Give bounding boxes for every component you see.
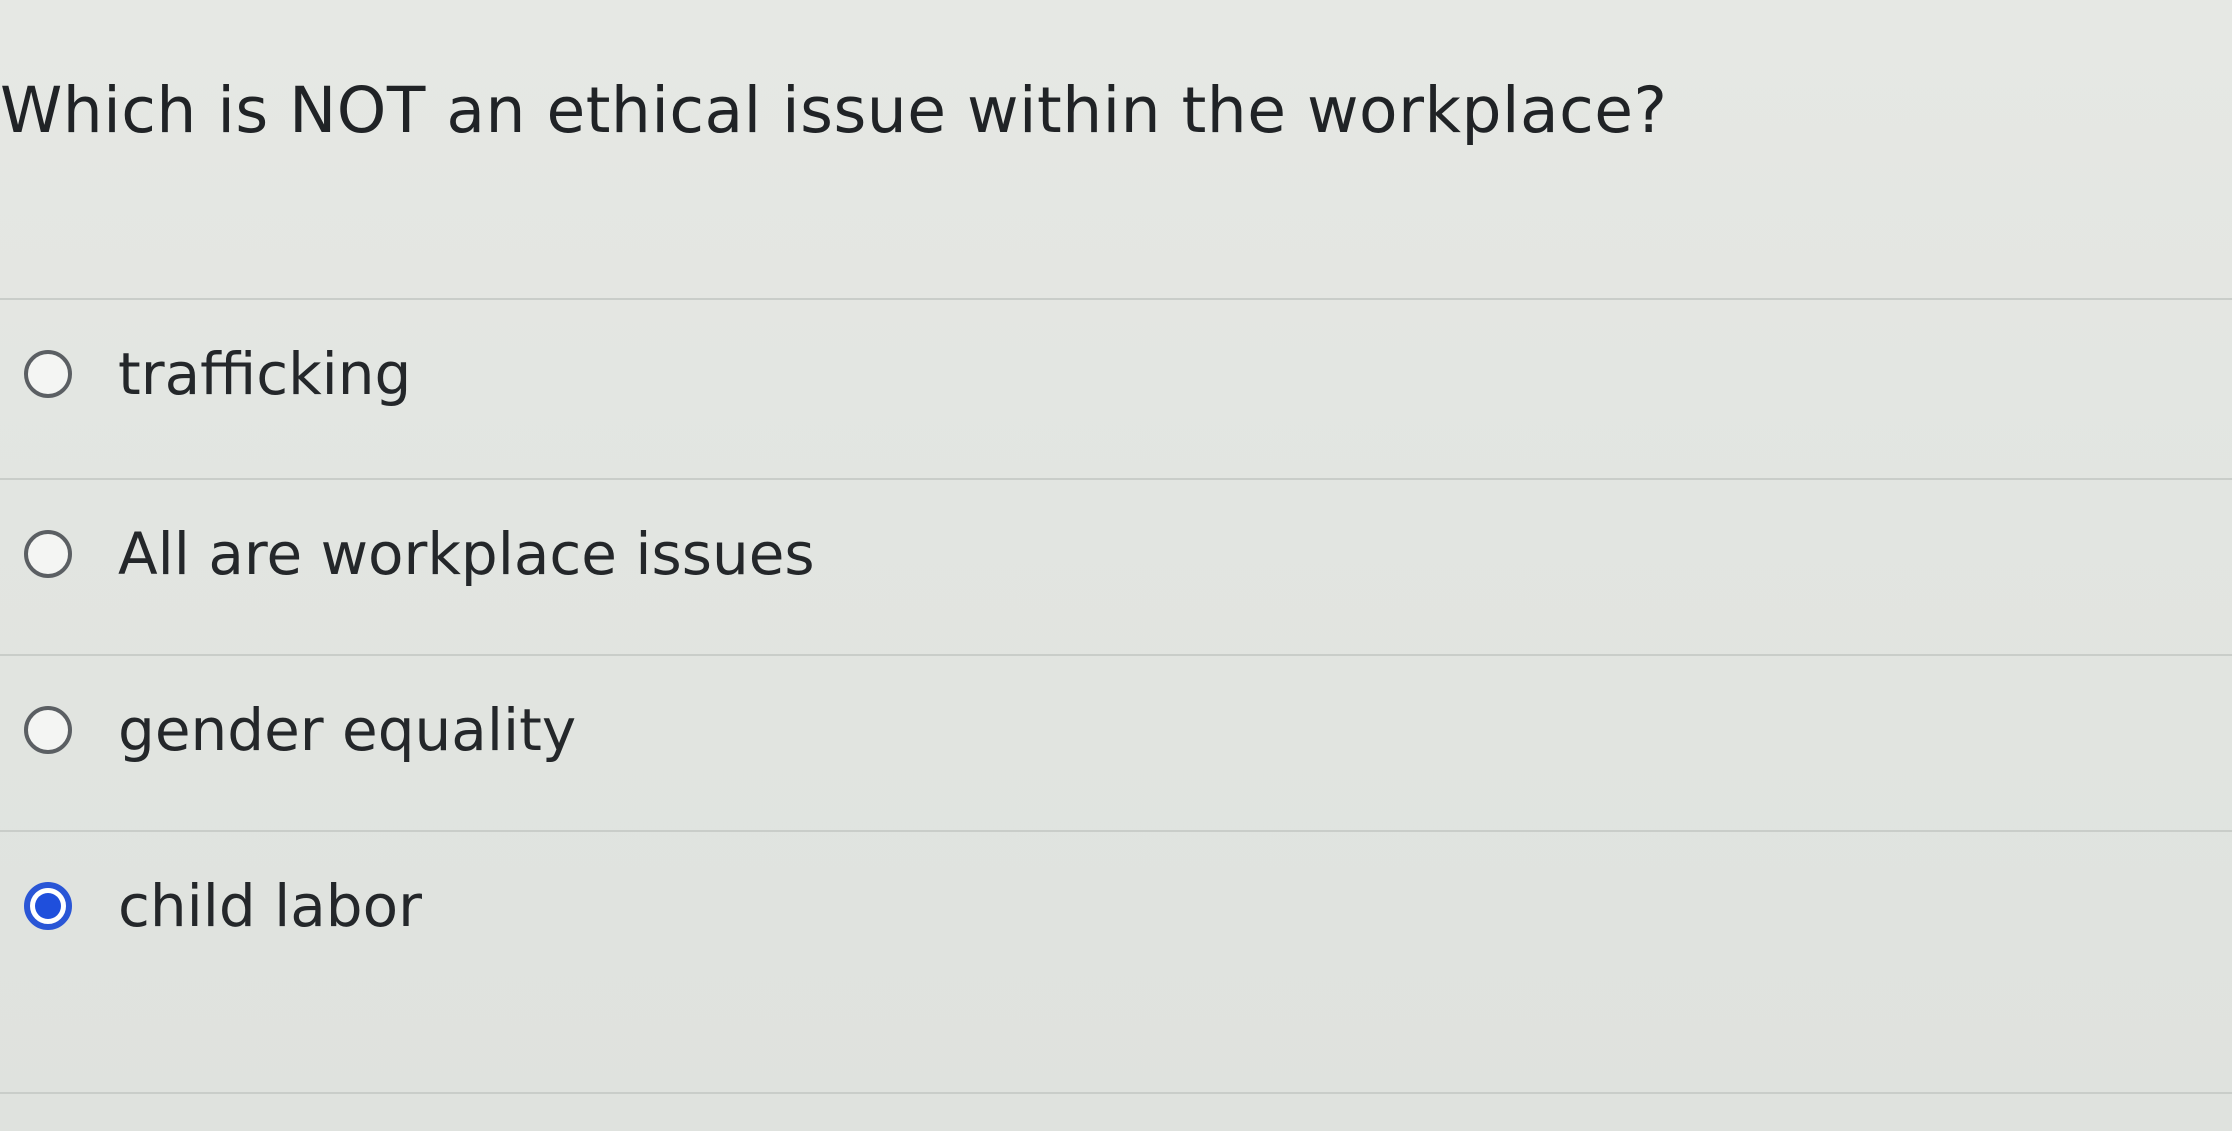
question-panel: Which is NOT an ethical issue within the… [0,0,2232,1131]
radio-dot-icon [35,893,61,919]
choice-gender-equality[interactable]: gender equality [0,656,2232,806]
radio-button-unchecked[interactable] [24,350,72,398]
choice-label: All are workplace issues [118,520,815,588]
choice-all-are-workplace-issues[interactable]: All are workplace issues [0,480,2232,630]
question-text: Which is NOT an ethical issue within the… [0,74,1668,147]
radio-button-unchecked[interactable] [24,530,72,578]
choice-label: trafficking [118,340,412,408]
choice-label: child labor [118,872,422,940]
radio-button-checked[interactable] [24,882,72,930]
radio-button-unchecked[interactable] [24,706,72,754]
choice-trafficking[interactable]: trafficking [0,300,2232,450]
divider [0,1092,2232,1094]
choice-child-labor[interactable]: child labor [0,832,2232,982]
choice-label: gender equality [118,696,577,764]
